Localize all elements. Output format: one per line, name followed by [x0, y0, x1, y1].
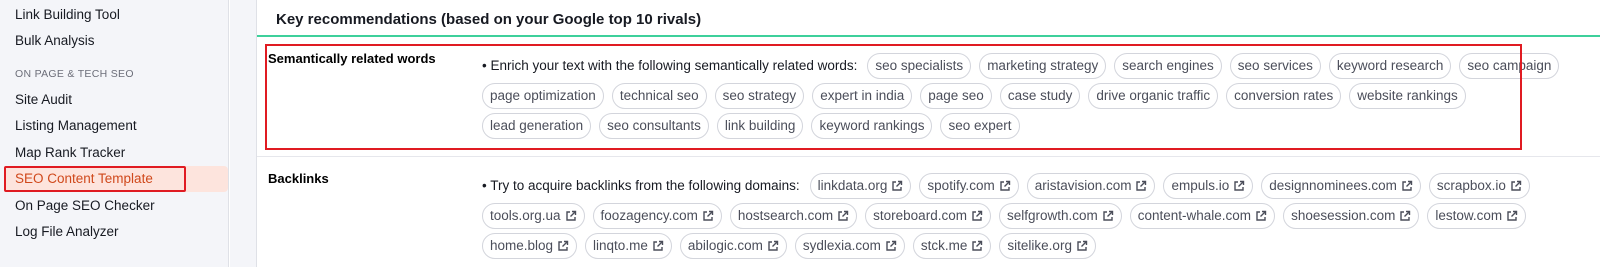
card-title: Key recommendations (based on your Googl…	[276, 11, 702, 28]
backlink-domain-link[interactable]: hostsearch.com	[729, 203, 858, 229]
backlink-domain-link[interactable]: spotify.com	[919, 173, 1019, 199]
sidebar-item-on-page-seo-checker[interactable]: On Page SEO Checker	[15, 197, 155, 215]
backlink-domain-text: linkdata.org	[817, 178, 888, 193]
external-link-icon	[892, 180, 903, 191]
backlink-domain-link[interactable]: tools.org.ua	[482, 203, 585, 229]
backlink-domain-text: content-whale.com	[1137, 208, 1252, 223]
external-link-icon	[1234, 180, 1245, 191]
external-link-icon	[1402, 180, 1413, 191]
backlink-domain-text: shoesession.com	[1291, 208, 1396, 223]
backlinks-instruction: • Try to acquire backlinks from the foll…	[482, 178, 800, 193]
backlink-domain-text: sydlexia.com	[802, 238, 881, 253]
backlinks-domain-list: • Try to acquire backlinks from the foll…	[482, 173, 1572, 259]
backlink-domain-link[interactable]: stck.me	[912, 233, 992, 259]
backlink-domain-link[interactable]: aristavision.com	[1026, 173, 1156, 199]
external-link-icon	[703, 210, 714, 221]
backlink-domain-text: home.blog	[490, 238, 554, 253]
sidebar: Link Building Tool Bulk Analysis ON PAGE…	[0, 0, 229, 267]
backlink-domain-link[interactable]: lestow.com	[1427, 203, 1527, 229]
backlink-domain-link[interactable]: content-whale.com	[1129, 203, 1276, 229]
backlink-domain-link[interactable]: sitelike.org	[999, 233, 1096, 259]
backlink-domain-text: lestow.com	[1435, 208, 1503, 223]
backlink-domain-text: aristavision.com	[1034, 178, 1132, 193]
external-link-icon	[768, 240, 779, 251]
external-link-icon	[1103, 210, 1113, 221]
backlink-domain-text: scrapbox.io	[1436, 178, 1506, 193]
external-link-icon	[565, 210, 576, 221]
backlink-domain-text: empuls.io	[1171, 178, 1230, 193]
backlinks-label: Backlinks	[268, 171, 329, 186]
backlink-domain-link[interactable]: linkdata.org	[809, 173, 912, 199]
external-link-icon	[972, 240, 983, 251]
sidebar-item-log-file-analyzer[interactable]: Log File Analyzer	[15, 223, 119, 241]
backlink-domain-link[interactable]: linqto.me	[585, 233, 672, 259]
backlink-domain-text: spotify.com	[927, 178, 995, 193]
backlink-domain-link[interactable]: shoesession.com	[1283, 203, 1420, 229]
external-link-icon	[1400, 210, 1411, 221]
content-gutter	[230, 0, 256, 267]
external-link-icon	[1511, 180, 1522, 191]
external-link-icon	[558, 240, 569, 251]
sidebar-section-label: ON PAGE & TECH SEO	[15, 68, 134, 80]
backlink-domain-text: storeboard.com	[873, 208, 967, 223]
external-link-icon	[1507, 210, 1518, 221]
backlink-domain-text: sitelike.org	[1007, 238, 1072, 253]
backlink-domain-link[interactable]: selfgrowth.com	[998, 203, 1122, 229]
semantic-words-highlight-frame	[265, 44, 1522, 150]
backlink-domain-text: hostsearch.com	[737, 208, 834, 223]
external-link-icon	[886, 240, 897, 251]
card-header: Key recommendations (based on your Googl…	[257, 0, 1600, 37]
backlink-domain-text: selfgrowth.com	[1006, 208, 1098, 223]
backlink-domain-text: designnominees.com	[1269, 178, 1397, 193]
backlink-domain-link[interactable]: sydlexia.com	[794, 233, 905, 259]
sidebar-item-seo-content-template[interactable]: SEO Content Template	[15, 170, 153, 188]
sidebar-item-link-building-tool[interactable]: Link Building Tool	[15, 6, 120, 24]
backlink-domain-link[interactable]: storeboard.com	[865, 203, 991, 229]
backlink-domain-text: linqto.me	[593, 238, 648, 253]
external-link-icon	[1136, 180, 1147, 191]
external-link-icon	[972, 210, 983, 221]
backlink-domain-text: tools.org.ua	[490, 208, 561, 223]
external-link-icon	[1077, 240, 1088, 251]
backlink-domain-text: abilogic.com	[687, 238, 763, 253]
backlink-domain-link[interactable]: designnominees.com	[1261, 173, 1421, 199]
backlink-domain-link[interactable]: home.blog	[482, 233, 578, 259]
sidebar-item-listing-management[interactable]: Listing Management	[15, 117, 137, 135]
sidebar-item-site-audit[interactable]: Site Audit	[15, 91, 72, 109]
backlink-domain-text: foozagency.com	[600, 208, 698, 223]
backlink-domain-link[interactable]: foozagency.com	[592, 203, 722, 229]
backlink-domain-link[interactable]: abilogic.com	[679, 233, 787, 259]
row-divider	[257, 156, 1600, 157]
external-link-icon	[1000, 180, 1010, 191]
backlink-domain-link[interactable]: empuls.io	[1163, 173, 1254, 199]
sidebar-item-map-rank-tracker[interactable]: Map Rank Tracker	[15, 144, 125, 162]
backlink-domain-link[interactable]: scrapbox.io	[1428, 173, 1530, 199]
backlink-domain-text: stck.me	[920, 238, 968, 253]
external-link-icon	[1256, 210, 1267, 221]
sidebar-item-bulk-analysis[interactable]: Bulk Analysis	[15, 32, 95, 50]
external-link-icon	[653, 240, 664, 251]
external-link-icon	[838, 210, 849, 221]
